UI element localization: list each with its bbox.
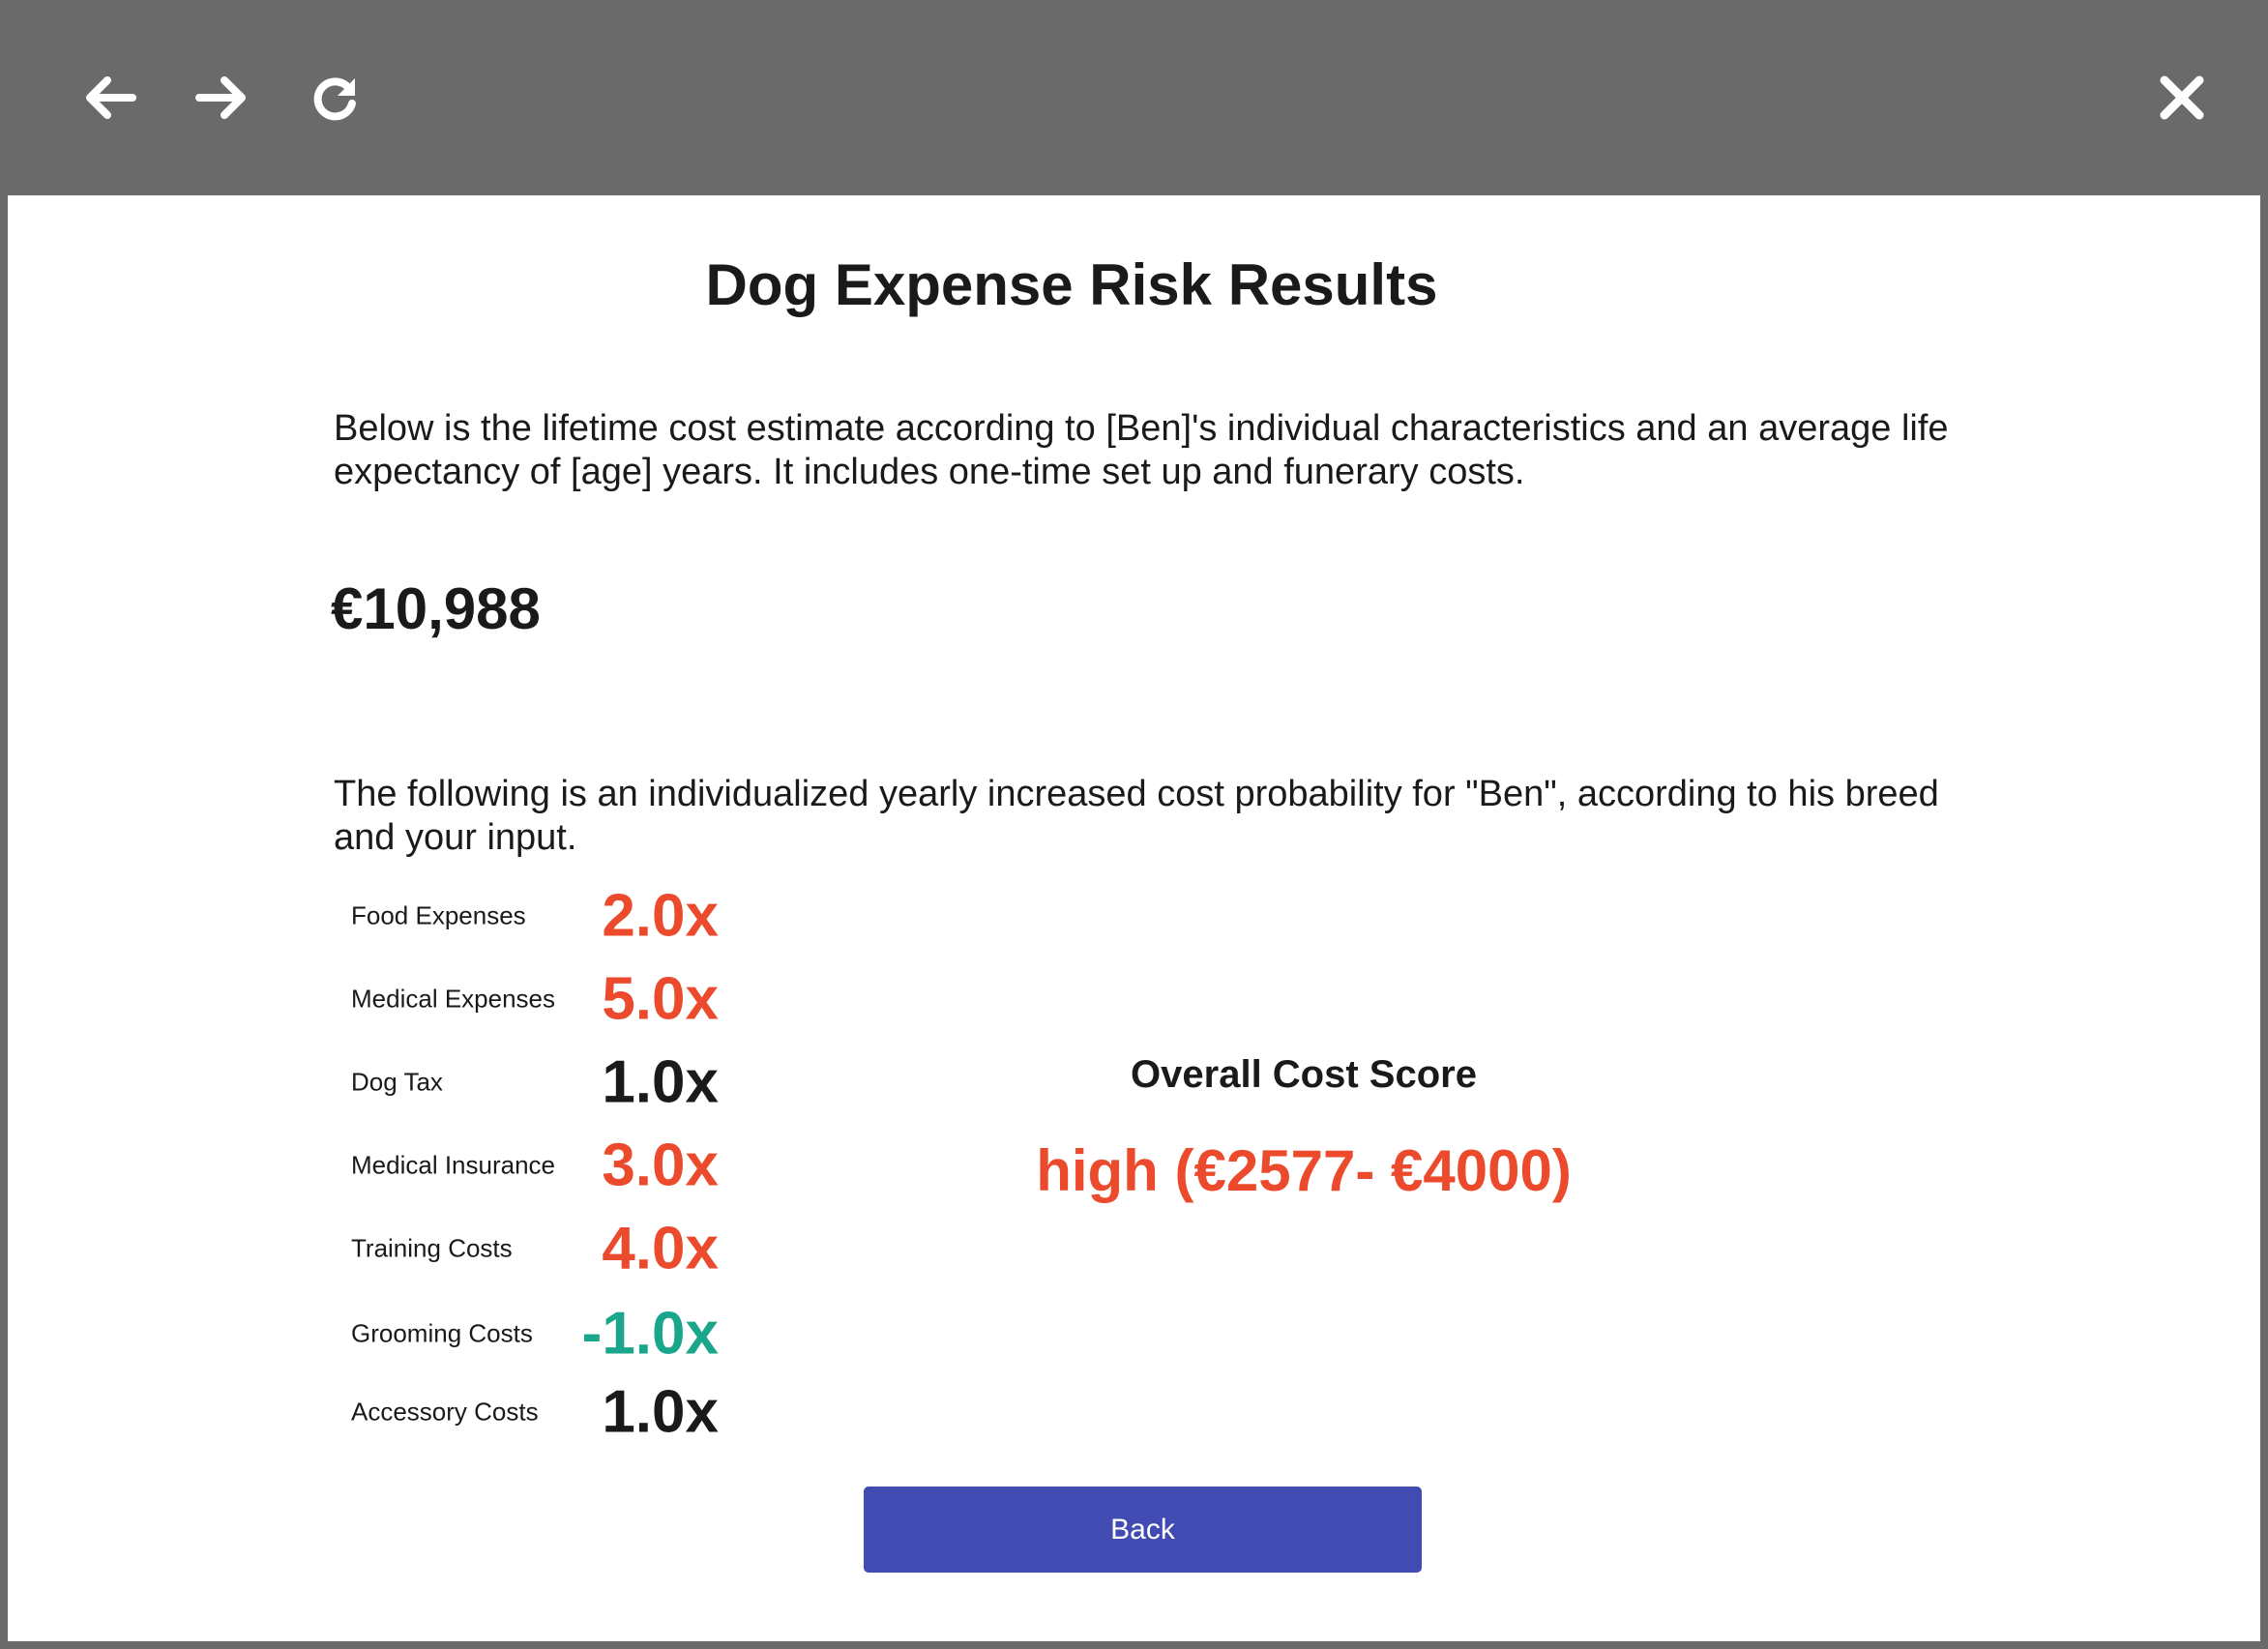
factor-grooming-costs: Grooming Costs -1.0x xyxy=(351,1295,719,1372)
factor-dog-tax: Dog Tax 1.0x xyxy=(351,1044,719,1121)
arrow-left-icon xyxy=(86,76,136,119)
close-icon xyxy=(2160,75,2204,120)
factor-value: 2.0x xyxy=(602,882,719,950)
lifetime-cost-description: Below is the lifetime cost estimate acco… xyxy=(334,408,1949,492)
factor-value: 5.0x xyxy=(602,965,719,1033)
reload-icon xyxy=(313,77,356,121)
overall-score-title: Overall Cost Score xyxy=(1131,1053,1477,1096)
overall-score-value: high (€2577- €4000) xyxy=(1036,1138,1572,1203)
factor-label: Medical Insurance xyxy=(351,1150,555,1180)
factor-accessory-costs: Accessory Costs 1.0x xyxy=(351,1373,719,1451)
forward-nav-button[interactable] xyxy=(193,69,251,127)
factor-medical-insurance: Medical Insurance 3.0x xyxy=(351,1127,719,1204)
reload-button[interactable] xyxy=(306,69,364,127)
factor-food-expenses: Food Expenses 2.0x xyxy=(351,877,719,955)
factor-label: Accessory Costs xyxy=(351,1397,539,1427)
page-title: Dog Expense Risk Results xyxy=(705,252,1438,317)
back-button[interactable]: Back xyxy=(864,1487,1422,1573)
factor-label: Dog Tax xyxy=(351,1067,443,1097)
results-page: Dog Expense Risk Results Below is the li… xyxy=(8,195,2268,1649)
arrow-right-icon xyxy=(195,76,246,119)
factor-label: Training Costs xyxy=(351,1233,513,1263)
factor-label: Food Expenses xyxy=(351,900,526,930)
factor-training-costs: Training Costs 4.0x xyxy=(351,1210,719,1287)
factor-value: 1.0x xyxy=(602,1378,719,1446)
yearly-cost-description: The following is an individualized yearl… xyxy=(334,774,1939,858)
factor-value: 3.0x xyxy=(602,1132,719,1199)
browser-window: Dog Expense Risk Results Below is the li… xyxy=(0,0,2268,1649)
factor-label: Grooming Costs xyxy=(351,1318,533,1348)
factor-value: 4.0x xyxy=(602,1215,719,1282)
factor-medical-expenses: Medical Expenses 5.0x xyxy=(351,960,719,1038)
close-button[interactable] xyxy=(2153,69,2211,127)
browser-toolbar xyxy=(8,0,2268,195)
back-nav-button[interactable] xyxy=(80,69,138,127)
lifetime-cost-value: €10,988 xyxy=(331,576,541,641)
factor-value: 1.0x xyxy=(602,1048,719,1116)
factor-value: -1.0x xyxy=(581,1300,719,1368)
factor-label: Medical Expenses xyxy=(351,984,555,1014)
